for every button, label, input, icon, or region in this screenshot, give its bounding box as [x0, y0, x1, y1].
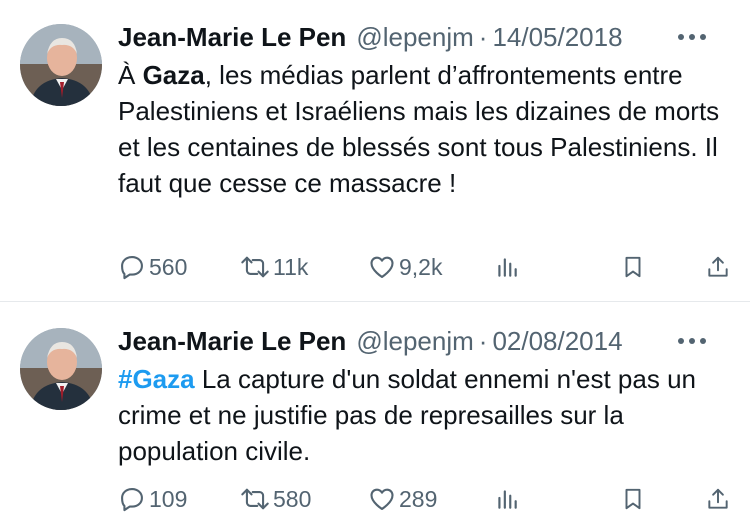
separator-dot: ·	[478, 325, 488, 356]
views-button[interactable]	[494, 249, 520, 285]
like-icon	[370, 488, 394, 510]
tweet-header: Jean-Marie Le Pen @lepenjm · 02/08/2014	[118, 324, 730, 358]
reply-button[interactable]: 109	[118, 481, 187, 517]
share-button[interactable]	[705, 249, 731, 285]
repost-button[interactable]: 580	[240, 481, 311, 517]
tweet-date[interactable]: 14/05/2018	[492, 22, 622, 53]
author-name[interactable]: Jean-Marie Le Pen	[118, 326, 346, 357]
tweet-actions: 109 580 289	[118, 481, 730, 517]
tweet-feed: Jean-Marie Le Pen @lepenjm · 14/05/2018 …	[0, 0, 750, 532]
author-handle[interactable]: @lepenjm	[356, 326, 473, 357]
more-icon	[678, 338, 706, 344]
reply-count: 109	[149, 485, 188, 512]
like-count: 9,2k	[399, 253, 443, 280]
views-button[interactable]	[494, 481, 520, 517]
bookmark-button[interactable]	[620, 249, 646, 285]
share-icon	[708, 488, 728, 509]
reply-count: 560	[149, 253, 188, 280]
more-button[interactable]	[674, 24, 710, 50]
more-button[interactable]	[674, 328, 710, 354]
like-button[interactable]: 9,2k	[368, 249, 442, 285]
avatar[interactable]	[20, 328, 102, 410]
tweet-actions: 560 11k 9,2k	[118, 249, 730, 285]
author-handle[interactable]: @lepenjm	[356, 22, 473, 53]
share-button[interactable]	[705, 481, 731, 517]
tweet-text: #Gaza La capture d'un soldat ennemi n'es…	[118, 361, 728, 469]
separator-dot: ·	[478, 21, 488, 52]
reply-button[interactable]: 560	[118, 249, 187, 285]
like-button[interactable]: 289	[368, 481, 437, 517]
bold-word: Gaza	[142, 60, 205, 90]
reply-icon	[121, 488, 143, 512]
bookmark-icon	[625, 488, 641, 510]
like-icon	[370, 256, 394, 278]
more-icon	[678, 34, 706, 40]
tweet[interactable]: Jean-Marie Le Pen @lepenjm · 14/05/2018 …	[0, 0, 750, 302]
tweet-date[interactable]: 02/08/2014	[492, 326, 622, 357]
repost-icon	[241, 488, 269, 510]
views-icon	[498, 258, 517, 277]
repost-icon	[241, 256, 269, 278]
hashtag-link[interactable]: #Gaza	[118, 364, 195, 394]
tweet-text: À Gaza, les médias parlent d’affrontemen…	[118, 57, 728, 201]
tweet-header: Jean-Marie Le Pen @lepenjm · 14/05/2018	[118, 20, 730, 54]
text-segment: La capture d'un soldat ennemi n'est pas …	[118, 364, 696, 466]
text-segment: , les médias parlent d’affrontements ent…	[118, 60, 720, 198]
repost-button[interactable]: 11k	[240, 249, 308, 285]
repost-count: 11k	[273, 253, 309, 280]
bookmark-icon	[625, 256, 641, 278]
views-icon	[498, 490, 517, 509]
tweet[interactable]: Jean-Marie Le Pen @lepenjm · 02/08/2014 …	[0, 303, 750, 532]
share-icon	[708, 256, 728, 277]
author-name[interactable]: Jean-Marie Le Pen	[118, 22, 346, 53]
repost-count: 580	[273, 485, 312, 512]
reply-icon	[121, 256, 143, 280]
avatar[interactable]	[20, 24, 102, 106]
like-count: 289	[399, 485, 438, 512]
bookmark-button[interactable]	[620, 481, 646, 517]
text-segment: À	[118, 60, 143, 90]
